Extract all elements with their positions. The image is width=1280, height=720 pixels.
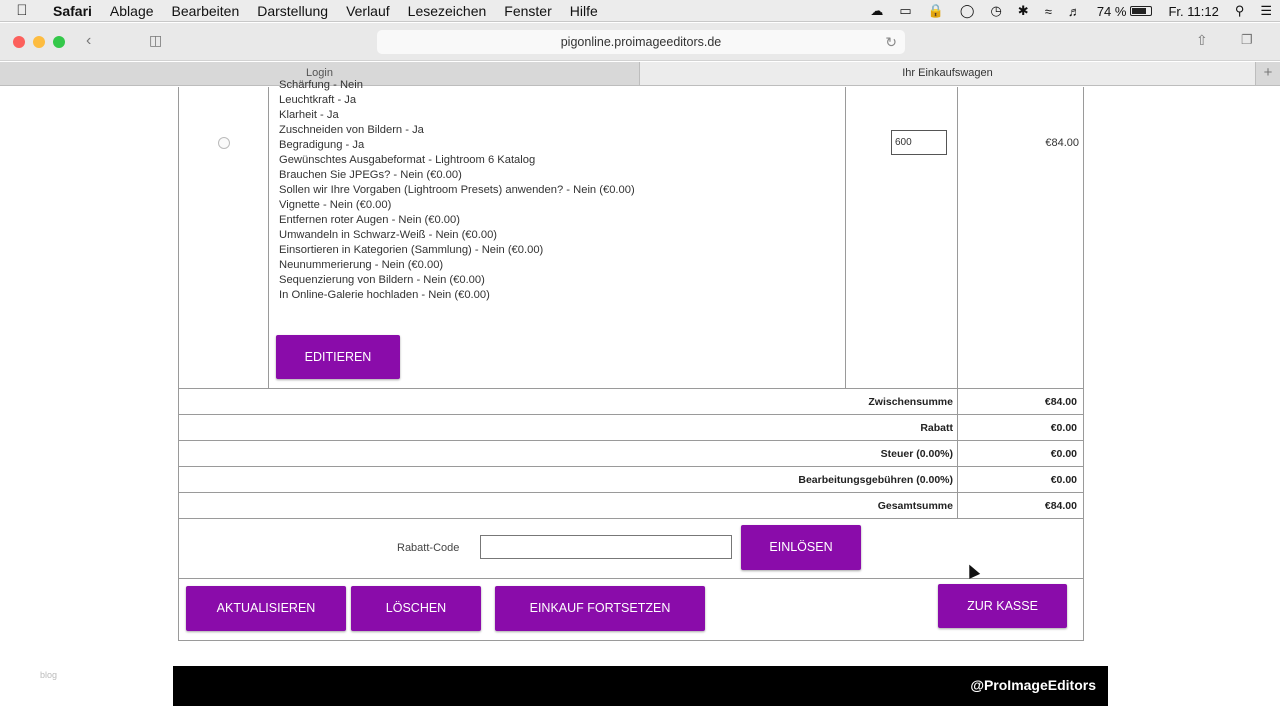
continue-shopping-button-label: EINKAUF FORTSETZEN	[529, 601, 671, 615]
line-price: €84.00	[1045, 137, 1079, 149]
continue-shopping-button[interactable]: EINKAUF FORTSETZEN	[495, 586, 705, 631]
grid-line	[268, 87, 269, 388]
tax-label: Steuer (0.00%)	[880, 448, 953, 460]
checkout-button-label: ZUR KASSE	[967, 599, 1038, 613]
tabs-overview-icon[interactable]: ❐	[1241, 32, 1253, 48]
footer-brand: @ProImageEditors	[970, 677, 1096, 693]
zoom-window-icon[interactable]	[53, 36, 65, 48]
clock[interactable]: Fr. 11:12	[1160, 4, 1226, 19]
item-option: In Online-Galerie hochladen - Nein (€0.0…	[279, 289, 490, 301]
quantity-input[interactable]	[891, 130, 947, 155]
apple-menu-icon[interactable]: 	[0, 2, 44, 19]
delete-button[interactable]: LÖSCHEN	[351, 586, 481, 631]
handling-fee-label: Bearbeitungsgebühren (0.00%)	[798, 474, 953, 486]
new-tab-icon[interactable]: +	[1256, 62, 1280, 85]
item-option: Sequenzierung von Bildern - Nein (€0.00)	[279, 274, 485, 286]
back-icon[interactable]: ‹	[86, 32, 91, 50]
total-value: €84.00	[1044, 500, 1077, 512]
browser-toolbar: ‹ ◫ pigonline.proimageeditors.de ↻ ⇧ ❐	[0, 23, 1280, 61]
item-option: Zuschneiden von Bildern - Ja	[279, 124, 424, 136]
blog-watermark: blog	[40, 670, 58, 680]
tab-bar: Login Ihr Einkaufswagen +	[0, 62, 1280, 86]
item-option: Sollen wir Ihre Vorgaben (Lightroom Pres…	[279, 184, 635, 196]
item-option: Gewünschtes Ausgabeformat - Lightroom 6 …	[279, 154, 536, 166]
update-button[interactable]: AKTUALISIEREN	[186, 586, 346, 631]
edit-button[interactable]: EDITIEREN	[276, 335, 400, 379]
notification-center-icon[interactable]: ☰	[1252, 3, 1280, 19]
spotlight-search-icon[interactable]: ⚲	[1227, 3, 1253, 19]
redeem-button[interactable]: EINLÖSEN	[741, 525, 861, 570]
grid-line	[179, 492, 1083, 493]
minimize-window-icon[interactable]	[33, 36, 45, 48]
cart-table: Schärfung - Nein Leuchtkraft - Ja Klarhe…	[178, 79, 1084, 641]
menu-darstellung[interactable]: Darstellung	[248, 3, 337, 19]
grid-line	[845, 87, 846, 388]
item-option: Schärfung - Nein	[279, 79, 363, 91]
coupon-label: Rabatt-Code	[397, 542, 460, 554]
window-controls	[13, 36, 65, 48]
page-footer: @ProImageEditors	[173, 666, 1108, 706]
subtotal-value: €84.00	[1044, 396, 1077, 408]
item-select-radio[interactable]	[218, 137, 230, 149]
cloud-icon[interactable]: ☁	[862, 3, 891, 19]
menu-hilfe[interactable]: Hilfe	[561, 3, 607, 19]
item-option: Brauchen Sie JPEGs? - Nein (€0.00)	[279, 169, 462, 181]
subtotal-label: Zwischensumme	[868, 396, 953, 408]
menubar:  Safari Ablage Bearbeiten Darstellung V…	[0, 0, 1280, 22]
tax-value: €0.00	[1050, 448, 1077, 460]
item-option: Vignette - Nein (€0.00)	[279, 199, 392, 211]
page-content: Schärfung - Nein Leuchtkraft - Ja Klarhe…	[0, 79, 1280, 720]
grid-line	[179, 388, 1083, 389]
volume-icon[interactable]: ♬	[1060, 4, 1089, 19]
airplay-icon[interactable]: ▭	[891, 3, 919, 19]
item-option: Begradigung - Ja	[279, 139, 365, 151]
share-icon[interactable]: ⇧	[1196, 32, 1208, 49]
coupon-input[interactable]	[480, 535, 732, 559]
menu-verlauf[interactable]: Verlauf	[337, 3, 399, 19]
menu-ablage[interactable]: Ablage	[101, 3, 163, 19]
menu-safari[interactable]: Safari	[44, 3, 101, 19]
close-window-icon[interactable]	[13, 36, 25, 48]
address-bar[interactable]: pigonline.proimageeditors.de ↻	[377, 30, 905, 54]
checkout-button[interactable]: ZUR KASSE	[938, 584, 1067, 628]
battery-percent: 74 %	[1096, 3, 1127, 19]
menu-lesezeichen[interactable]: Lesezeichen	[399, 3, 496, 19]
item-option: Umwandeln in Schwarz-Weiß - Nein (€0.00)	[279, 229, 498, 241]
wifi-icon[interactable]: ≈	[1037, 4, 1060, 19]
item-option: Neunummerierung - Nein (€0.00)	[279, 259, 444, 271]
tab-cart[interactable]: Ihr Einkaufswagen	[640, 62, 1256, 85]
menu-bearbeiten[interactable]: Bearbeiten	[163, 3, 249, 19]
sidebar-icon[interactable]: ◫	[149, 32, 162, 49]
handling-fee-value: €0.00	[1050, 474, 1077, 486]
grid-line	[179, 466, 1083, 467]
grid-line	[179, 518, 1083, 519]
url-text: pigonline.proimageeditors.de	[560, 35, 722, 49]
battery-icon	[1130, 6, 1153, 16]
menu-fenster[interactable]: Fenster	[495, 3, 560, 19]
item-option: Klarheit - Ja	[279, 109, 339, 121]
discount-value: €0.00	[1050, 422, 1077, 434]
total-label: Gesamtsumme	[877, 500, 953, 512]
redeem-button-label: EINLÖSEN	[769, 540, 833, 554]
item-option: Entfernen roter Augen - Nein (€0.00)	[279, 214, 460, 226]
bluetooth-icon[interactable]: ✱	[1010, 3, 1037, 19]
item-options-list: Schärfung - Nein Leuchtkraft - Ja Klarhe…	[279, 78, 635, 303]
discount-label: Rabatt	[920, 422, 953, 434]
reload-icon[interactable]: ↻	[885, 30, 897, 54]
battery-level-fill	[1132, 8, 1146, 14]
delete-button-label: LÖSCHEN	[385, 601, 447, 615]
item-option: Einsortieren in Kategorien (Sammlung) - …	[279, 244, 544, 256]
grid-line	[957, 87, 958, 518]
update-button-label: AKTUALISIEREN	[216, 601, 316, 615]
grid-line	[179, 578, 1083, 579]
edit-button-label: EDITIEREN	[304, 350, 372, 364]
lock-icon[interactable]: 🔒	[920, 3, 952, 19]
time-machine-icon[interactable]: ◷	[982, 3, 1009, 19]
item-option: Leuchtkraft - Ja	[279, 94, 357, 106]
circle-icon[interactable]: ◯	[952, 3, 983, 19]
grid-line	[179, 414, 1083, 415]
grid-line	[179, 440, 1083, 441]
battery-status[interactable]: 74 %	[1089, 4, 1161, 19]
